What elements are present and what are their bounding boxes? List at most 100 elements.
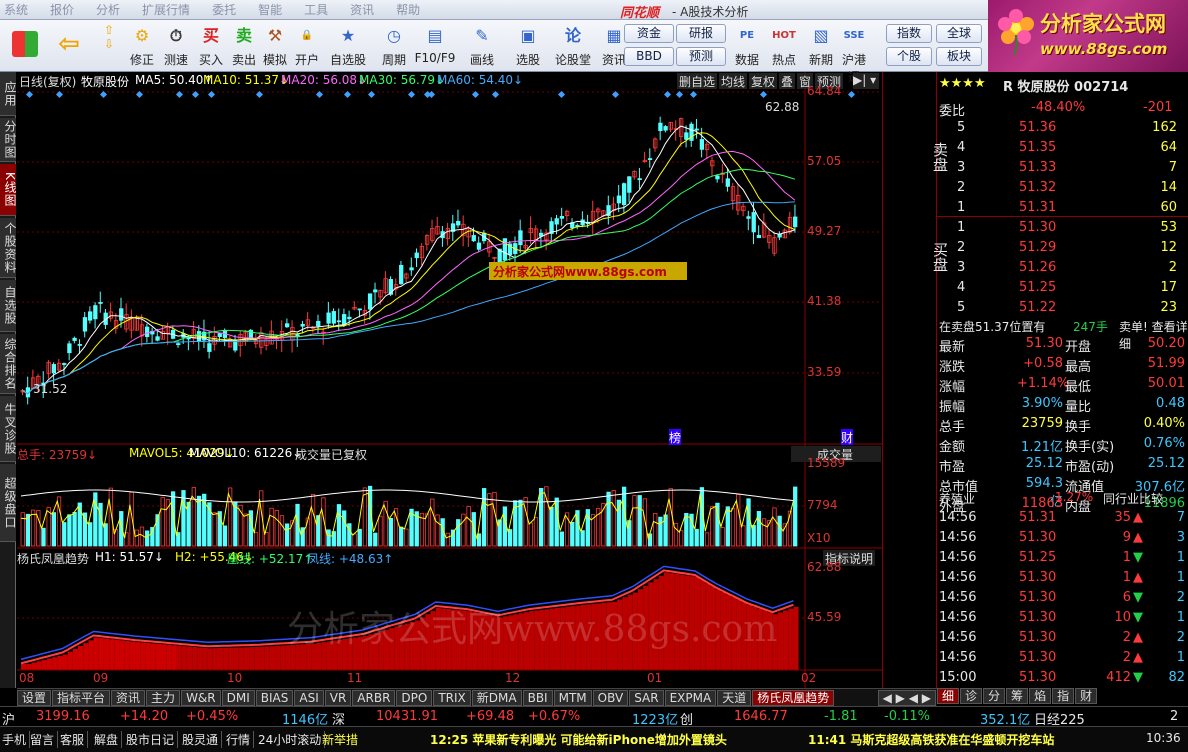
quick-button-4[interactable]: 指数: [886, 24, 932, 43]
right-tab-6[interactable]: 财: [1075, 688, 1098, 704]
indicator-tab-17[interactable]: EXPMA: [664, 689, 717, 706]
chart-header-button-3[interactable]: 叠: [779, 73, 796, 89]
quick-button-6[interactable]: 个股: [886, 47, 932, 66]
event-marker[interactable]: [663, 90, 672, 99]
left-tab-5[interactable]: 综合排名: [0, 334, 17, 394]
quick-button-5[interactable]: 全球: [936, 24, 982, 43]
right-tab-0[interactable]: 细: [937, 688, 960, 704]
kline-chart[interactable]: 日线(复权) 牧原股份 MA5: 50.40↑ MA10: 51.37↓ MA20: 5…: [17, 72, 883, 688]
toolbar-button-9[interactable]: ✎ 画线: [460, 23, 504, 69]
chart-canvas[interactable]: [17, 72, 883, 688]
menu-item-7[interactable]: 资讯: [350, 1, 374, 18]
news-tag[interactable]: 新举措: [322, 731, 358, 748]
indicator-tab-3[interactable]: 主力: [146, 689, 181, 706]
news-ticker-2[interactable]: 11:41 马斯克超级高铁获准在华盛顿开挖车站: [808, 731, 1054, 748]
toolbar-button-5[interactable]: 🔒 开户: [291, 23, 323, 69]
toolbar-button-0[interactable]: ⚙ 修正: [126, 23, 158, 69]
select-icon: ▣: [520, 26, 536, 45]
status-link-2[interactable]: 客服: [60, 731, 89, 748]
toolbar-button-14[interactable]: HOT 热点: [768, 23, 800, 69]
event-marker[interactable]: [759, 90, 768, 99]
menu-item-4[interactable]: 委托: [212, 1, 236, 18]
indicator-tab-12[interactable]: 新DMA: [471, 689, 522, 706]
toolbar-button-11[interactable]: 论论股堂: [551, 23, 595, 69]
indicator-tab-8[interactable]: VR: [324, 689, 352, 706]
left-tab-3[interactable]: 个股资料: [0, 218, 17, 278]
quick-button-3[interactable]: 预测: [676, 47, 726, 66]
status-link-5[interactable]: 股灵通: [182, 731, 223, 748]
toolbar-button-8[interactable]: ▤ F10/F9: [413, 23, 457, 69]
event-marker[interactable]: [343, 90, 352, 99]
candle-body: [756, 234, 762, 239]
quick-button-7[interactable]: 板块: [936, 47, 982, 66]
back-arrow-icon[interactable]: ⇦: [52, 23, 86, 69]
event-marker[interactable]: [689, 90, 698, 99]
toolbar-button-1[interactable]: ⏱ 测速: [160, 23, 192, 69]
status-link-7[interactable]: 24小时滚动: [258, 731, 326, 748]
right-tab-1[interactable]: 诊: [960, 688, 983, 704]
left-tab-6[interactable]: 牛叉诊股: [0, 396, 17, 462]
bid-level: 3: [957, 260, 966, 275]
chart-header-button-1[interactable]: 均线: [719, 73, 748, 89]
indicator-tab-6[interactable]: BIAS: [255, 689, 294, 706]
chart-header-button-0[interactable]: 删自选: [677, 73, 718, 89]
list-marker[interactable]: 榜: [669, 429, 682, 445]
toolbar-button-15[interactable]: ▧ 新期: [805, 23, 837, 69]
indicator-tab-13[interactable]: BBI: [522, 689, 553, 706]
quick-button-2[interactable]: BBD: [624, 47, 674, 66]
left-tab-4[interactable]: 自选股: [0, 280, 17, 332]
event-marker[interactable]: [99, 90, 108, 99]
right-tab-4[interactable]: 焰: [1029, 688, 1052, 704]
indicator-tab-16[interactable]: SAR: [629, 689, 664, 706]
layout-icon[interactable]: [8, 23, 42, 69]
indicator-tab-14[interactable]: MTM: [553, 689, 592, 706]
left-tab-1[interactable]: 分时图: [0, 118, 17, 162]
right-tab-2[interactable]: 分: [983, 688, 1006, 704]
toolbar-button-2[interactable]: 买买入: [195, 23, 227, 69]
menu-item-1[interactable]: 报价: [50, 1, 74, 18]
news-ticker-1[interactable]: 12:25 苹果新专利曝光 可能给新iPhone增加外置镜头: [430, 731, 727, 748]
indicator-tab-19[interactable]: 杨氏凤凰趋势: [752, 689, 835, 706]
status-link-4[interactable]: 股市日记: [126, 731, 179, 748]
finance-marker[interactable]: 财: [841, 429, 854, 445]
indicator-tab-7[interactable]: ASI: [294, 689, 324, 706]
left-tab-0[interactable]: 应用: [0, 72, 17, 116]
indicator-tab-1[interactable]: 指标平台: [52, 689, 111, 706]
quick-button-0[interactable]: 资金: [624, 24, 674, 43]
tab-scroll-icon[interactable]: ◀ ▶ ◀ ▶: [877, 689, 936, 706]
indicator-tab-18[interactable]: 天道: [717, 689, 752, 706]
menu-item-5[interactable]: 智能: [258, 1, 282, 18]
toolbar-button-6[interactable]: ★ 自选股: [326, 23, 370, 69]
left-tab-2[interactable]: K线图: [0, 164, 17, 216]
chart-header-button-2[interactable]: 复权: [749, 73, 778, 89]
toolbar-button-16[interactable]: SSE沪港通: [838, 23, 870, 84]
status-link-0[interactable]: 手机: [2, 731, 31, 748]
up-down-icon[interactable]: ⇧ ⇩: [96, 23, 122, 69]
menu-item-0[interactable]: 系统: [4, 1, 28, 18]
menu-item-2[interactable]: 分析: [96, 1, 120, 18]
right-tab-5[interactable]: 指: [1052, 688, 1075, 704]
toolbar-button-4[interactable]: ⚒ 模拟: [259, 23, 291, 69]
toolbar-button-10[interactable]: ▣ 选股: [506, 23, 550, 69]
menu-item-8[interactable]: 帮助: [396, 1, 420, 18]
indicator-tab-0[interactable]: 设置: [17, 689, 52, 706]
status-link-3[interactable]: 解盘: [94, 731, 123, 748]
status-link-6[interactable]: 行情: [226, 731, 255, 748]
status-link-1[interactable]: 留言: [30, 731, 59, 748]
indicator-tab-5[interactable]: DMI: [221, 689, 255, 706]
toolbar-button-13[interactable]: PE 数据: [731, 23, 763, 69]
indicator-tab-10[interactable]: DPO: [396, 689, 433, 706]
indicator-tab-15[interactable]: OBV: [592, 689, 629, 706]
toolbar-button-7[interactable]: ◷ 周期: [372, 23, 416, 69]
right-tab-3[interactable]: 筹: [1006, 688, 1029, 704]
chart-settings-icon[interactable]: ▶| ▾: [853, 73, 879, 89]
menu-item-3[interactable]: 扩展行情: [142, 1, 190, 18]
indicator-tab-2[interactable]: 资讯: [111, 689, 146, 706]
menu-item-6[interactable]: 工具: [304, 1, 328, 18]
left-tab-7[interactable]: 超级盘口: [0, 464, 17, 542]
indicator-tab-4[interactable]: W&R: [181, 689, 221, 706]
indicator-tab-11[interactable]: TRIX: [433, 689, 471, 706]
indicator-tab-9[interactable]: ARBR: [352, 689, 396, 706]
toolbar-button-3[interactable]: 卖卖出: [228, 23, 260, 69]
quick-button-1[interactable]: 研报: [676, 24, 726, 43]
